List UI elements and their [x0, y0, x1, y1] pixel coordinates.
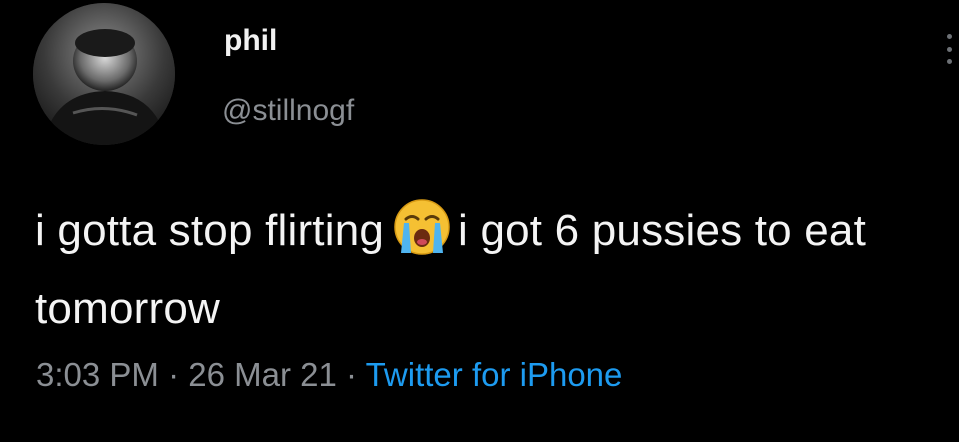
- meta-separator: ·: [346, 356, 358, 393]
- tweet-time[interactable]: 3:03 PM: [36, 356, 159, 393]
- tweet-text-part1: i gotta stop flirting: [35, 206, 385, 255]
- tweet-card: phil @stillnogf i gotta stop flirting i …: [0, 0, 959, 442]
- more-dot: [946, 46, 952, 52]
- user-handle[interactable]: @stillnogf: [222, 94, 354, 128]
- tweet-source-link[interactable]: Twitter for iPhone: [366, 356, 623, 393]
- more-vertical-icon[interactable]: [942, 34, 956, 64]
- more-dot: [946, 34, 952, 39]
- avatar[interactable]: [33, 3, 175, 145]
- tweet-date[interactable]: 26 Mar 21: [188, 356, 337, 393]
- more-dot: [946, 59, 952, 64]
- display-name[interactable]: phil: [224, 24, 277, 58]
- loudly-crying-face-icon: [392, 197, 452, 257]
- meta-separator: ·: [168, 356, 180, 393]
- tweet-text: i gotta stop flirting i got 6 pussies to…: [35, 192, 915, 348]
- avatar-photo: [33, 3, 175, 145]
- tweet-meta: 3:03 PM · 26 Mar 21 · Twitter for iPhone: [36, 356, 622, 394]
